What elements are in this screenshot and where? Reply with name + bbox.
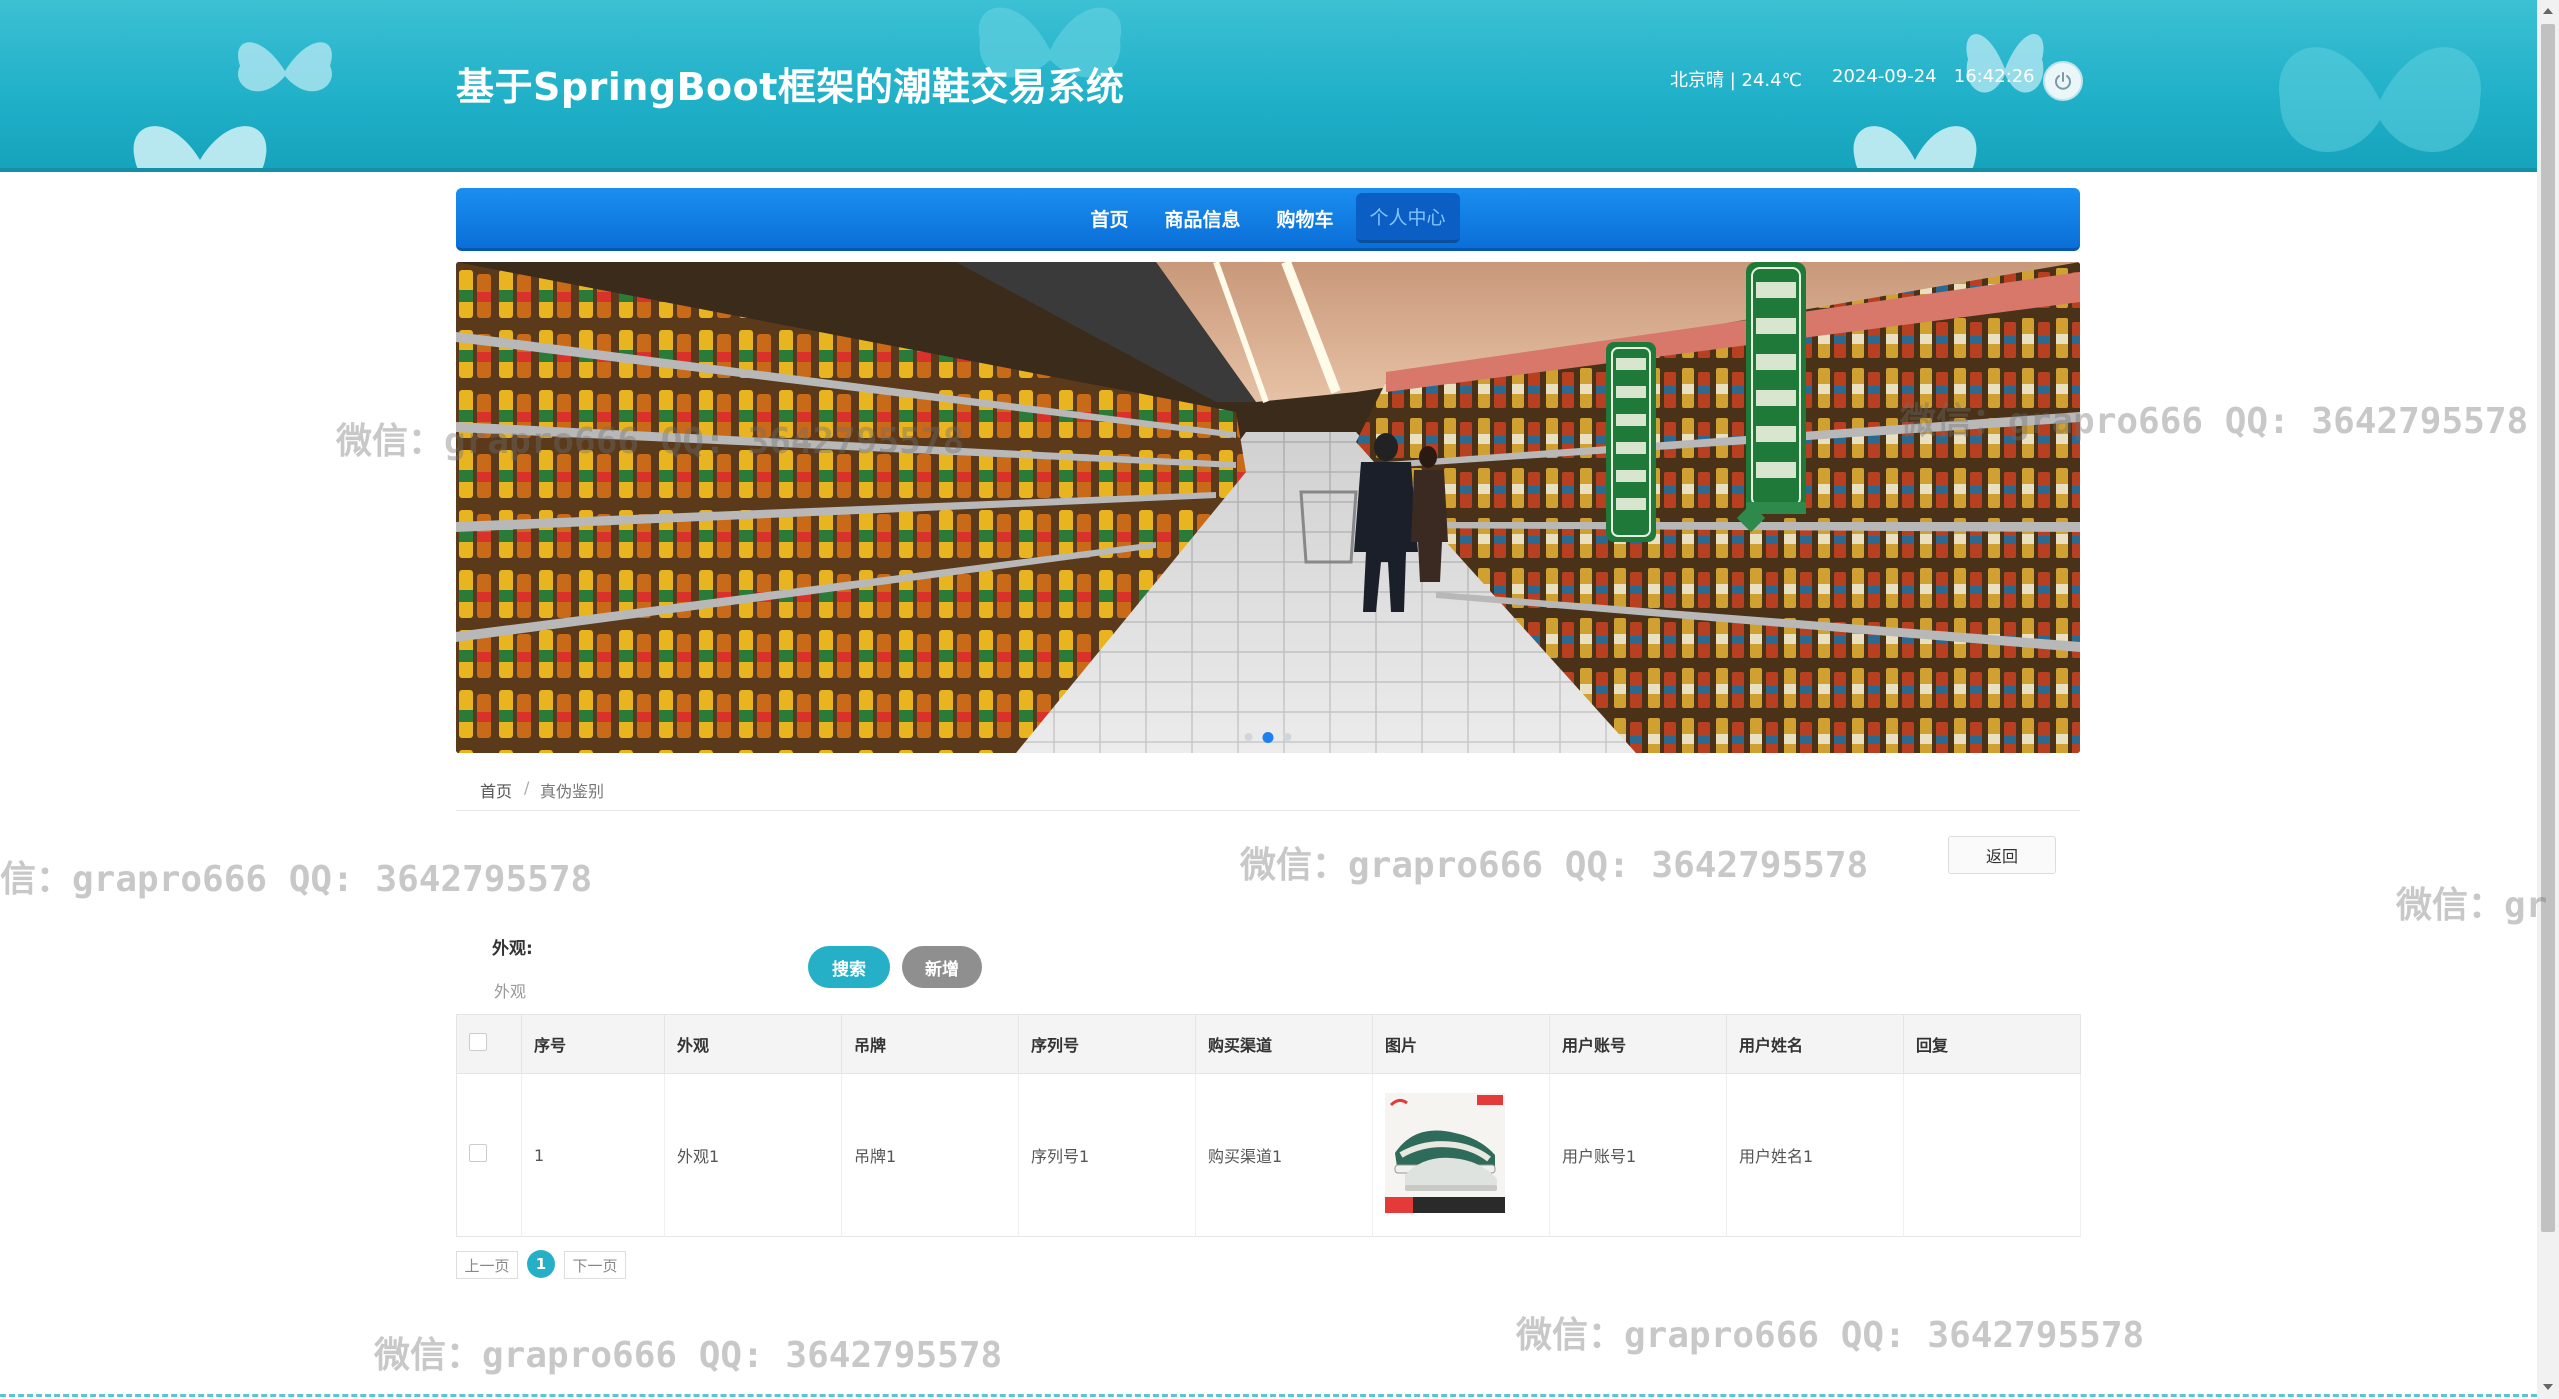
prev-page-button[interactable]: 上一页 [456,1251,518,1279]
current-page-number[interactable]: 1 [527,1250,555,1278]
cell-name: 用户姓名1 [1726,1073,1904,1237]
cell-account: 用户账号1 [1549,1073,1727,1237]
search-button[interactable]: 搜索 [808,946,890,988]
bottom-divider [0,1394,2537,1397]
butterfly-decoration-icon [1853,126,1977,168]
cell-channel: 购买渠道1 [1195,1073,1373,1237]
column-header: 用户账号 [1549,1014,1727,1074]
add-button[interactable]: 新增 [902,946,982,988]
cell-index: 1 [521,1073,665,1237]
scroll-down-arrow-icon[interactable] [2543,1384,2553,1390]
scroll-thumb[interactable] [2541,24,2555,1232]
breadcrumb: 首页 / 真伪鉴别 [456,770,2080,811]
butterfly-decoration-icon [1966,34,2044,93]
butterfly-decoration-icon [133,126,267,168]
column-header: 图片 [1372,1014,1550,1074]
search-label: 外观: [492,939,533,959]
column-header: 吊牌 [841,1014,1019,1074]
cell-serial: 序列号1 [1018,1073,1196,1237]
carousel-dot-active[interactable] [1262,732,1274,743]
site-header: 基于SpringBoot框架的潮鞋交易系统 北京晴 | 24.4℃ 2024-0… [0,0,2537,172]
back-button[interactable]: 返回 [1948,836,2056,874]
column-header: 回复 [1903,1014,2081,1074]
table-row[interactable]: 1 外观1 吊牌1 序列号1 购买渠道1 用户账号1 用户姓名1 [456,1073,2081,1237]
power-icon [2055,72,2071,90]
column-header: 序列号 [1018,1014,1196,1074]
cell-reply [1903,1073,2081,1237]
page-scrollbar[interactable] [2537,0,2559,1399]
watermark: 信：grapro666 QQ: 3642795578 [0,859,593,900]
breadcrumb-current: 真伪鉴别 [540,782,605,801]
scroll-up-arrow-icon[interactable] [2543,8,2553,14]
logout-button[interactable] [2043,61,2083,101]
carousel-indicators [1244,732,1292,743]
column-header: 用户姓名 [1726,1014,1904,1074]
nav-item-cart[interactable]: 购物车 [1263,195,1348,242]
supermarket-aisle-photo [456,262,2080,753]
nav-item-home[interactable]: 首页 [1076,195,1142,242]
breadcrumb-home[interactable]: 首页 [480,778,512,802]
data-table: 序号 外观 吊牌 序列号 购买渠道 图片 用户账号 用户姓名 回复 1 外观1 … [456,1014,2081,1237]
banner-carousel[interactable] [456,262,2080,753]
row-checkbox[interactable] [469,1144,487,1162]
select-all-checkbox[interactable] [469,1033,487,1051]
nav-item-profile[interactable]: 个人中心 [1355,193,1460,243]
select-all-cell [456,1014,522,1074]
carousel-dot[interactable] [1283,733,1292,741]
appearance-search-input[interactable] [492,975,776,1007]
watermark: 微信：grapro666 QQ: 3642795578 [1516,1315,2145,1356]
nav-item-products[interactable]: 商品信息 [1150,195,1254,242]
next-page-button[interactable]: 下一页 [564,1251,626,1279]
column-header: 购买渠道 [1195,1014,1373,1074]
column-header: 序号 [521,1014,665,1074]
cell-image [1372,1073,1550,1237]
main-nav: 首页 商品信息 购物车 个人中心 [456,188,2080,251]
breadcrumb-separator: / [524,778,530,797]
butterfly-decoration-icon [2279,47,2481,153]
weather-info: 北京晴 | 24.4℃ [1670,70,1802,91]
datetime: 2024-09-24 16:42:26 [1832,66,2035,87]
table-header-row: 序号 外观 吊牌 序列号 购买渠道 图片 用户账号 用户姓名 回复 [456,1014,2081,1074]
column-header: 外观 [664,1014,842,1074]
carousel-dot[interactable] [1244,733,1253,741]
watermark: 微信：grapro666 QQ: 3642795578 [1240,845,1869,886]
watermark: 微信：grapro666 QQ: 3642795578 [374,1335,1003,1376]
site-title: 基于SpringBoot框架的潮鞋交易系统 [456,65,1125,109]
cell-appearance: 外观1 [664,1073,842,1237]
watermark: 微信：gr [2396,885,2548,926]
row-select-cell [456,1073,522,1237]
cell-tag: 吊牌1 [841,1073,1019,1237]
sneaker-thumbnail[interactable] [1385,1093,1505,1213]
